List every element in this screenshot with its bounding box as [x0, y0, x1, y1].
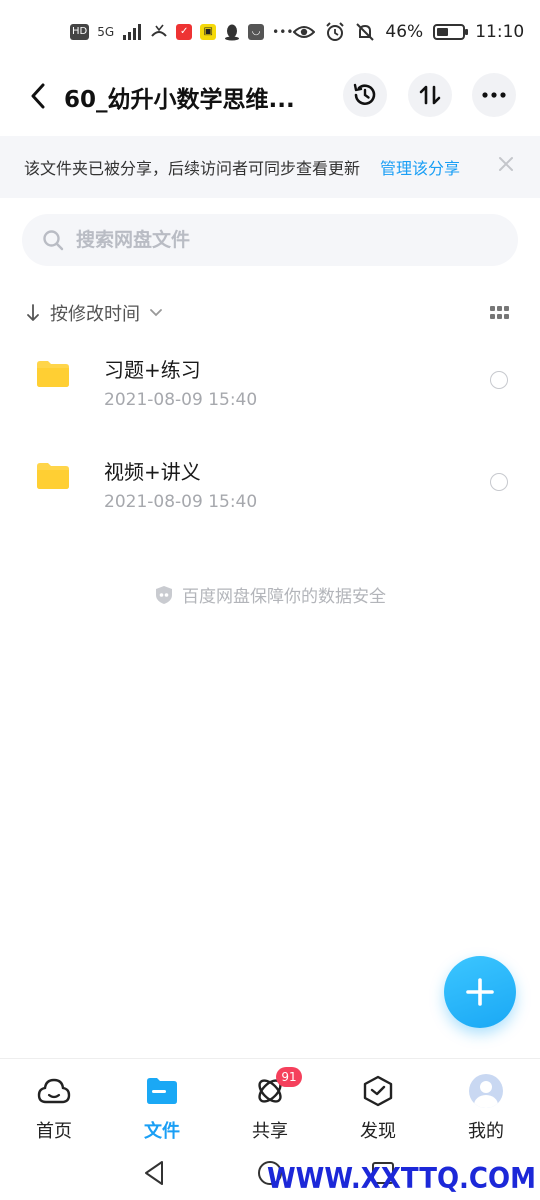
- system-back-icon[interactable]: [140, 1158, 170, 1188]
- more-options-button[interactable]: [472, 73, 516, 117]
- search-icon: [43, 230, 64, 251]
- safety-note: 百度网盘保障你的数据安全: [0, 582, 540, 607]
- bottom-nav: 首页 文件 91 共享 发现 我的: [0, 1058, 540, 1150]
- app-notification-icon-2: ▣: [200, 24, 217, 40]
- status-right-icons: 46% 11:10: [293, 22, 524, 42]
- tab-label: 首页: [36, 1121, 72, 1142]
- folder-icon: [37, 463, 69, 489]
- tab-me[interactable]: 我的: [432, 1059, 540, 1151]
- qq-icon: [225, 24, 240, 41]
- file-name: 习题+练习: [104, 358, 201, 382]
- app-notification-icon: ✓: [176, 24, 193, 40]
- cube-icon: [363, 1075, 393, 1107]
- page-title: 60_幼升小数学思维...: [64, 87, 295, 113]
- plus-icon: [466, 978, 494, 1006]
- file-date: 2021-08-09 15:40: [104, 390, 258, 410]
- battery-percent: 46%: [385, 22, 424, 42]
- share-banner-text: 该文件夹已被分享，后续访问者可同步查看更新: [24, 159, 361, 178]
- back-button[interactable]: [20, 76, 56, 116]
- app-header: 60_幼升小数学思维...: [0, 70, 540, 122]
- history-button[interactable]: [343, 73, 387, 117]
- cloud-icon: [37, 1078, 71, 1104]
- missed-call-icon: [151, 24, 167, 37]
- add-button[interactable]: [444, 956, 516, 1028]
- grid-view-icon[interactable]: [490, 306, 510, 320]
- file-name: 视频+讲义: [104, 460, 201, 484]
- clock: 11:10: [475, 22, 525, 42]
- shield-icon: [156, 585, 172, 604]
- signal-bars-icon: [123, 24, 142, 40]
- list-item[interactable]: 习题+练习 2021-08-09 15:40: [0, 338, 540, 428]
- folder-icon: [37, 361, 69, 387]
- hd-badge: HD: [70, 24, 90, 40]
- sort-arrow-down-icon: [27, 304, 39, 321]
- history-icon: [353, 83, 376, 105]
- tab-discover[interactable]: 发现: [324, 1059, 432, 1151]
- network-type: 5G: [97, 25, 115, 39]
- notification-badge: 91: [276, 1067, 302, 1087]
- sort-transfer-icon: [419, 85, 441, 105]
- close-icon[interactable]: [498, 156, 514, 172]
- eye-icon: [293, 26, 316, 38]
- folder-icon: [147, 1078, 177, 1104]
- alarm-icon: [326, 22, 345, 41]
- watermark: WWW.XXTTQ.COM: [267, 1162, 536, 1196]
- battery-level: [437, 28, 449, 36]
- status-bar: HD 5G ✓ ▣ ◡ ••• 46% 11:10: [0, 0, 540, 64]
- status-left-icons: HD 5G ✓ ▣ ◡ •••: [70, 23, 293, 41]
- select-radio[interactable]: [490, 473, 508, 491]
- app-notification-icon-3: ◡: [248, 24, 265, 40]
- sort-bar: 按修改时间: [26, 296, 514, 330]
- back-arrow-icon: [31, 83, 45, 109]
- tab-home[interactable]: 首页: [0, 1059, 108, 1151]
- search-input[interactable]: [76, 229, 456, 251]
- tab-files[interactable]: 文件: [108, 1059, 216, 1151]
- chevron-down-icon[interactable]: [150, 309, 162, 317]
- transfer-list-button[interactable]: [408, 73, 452, 117]
- share-banner: 该文件夹已被分享，后续访问者可同步查看更新 管理该分享: [0, 136, 540, 198]
- safety-note-text: 百度网盘保障你的数据安全: [182, 587, 386, 607]
- tab-label: 我的: [468, 1121, 504, 1142]
- more-icon: [482, 92, 506, 98]
- tab-share[interactable]: 91 共享: [216, 1059, 324, 1151]
- more-notifications-icon: •••: [272, 25, 294, 39]
- tab-label: 发现: [360, 1121, 396, 1142]
- file-date: 2021-08-09 15:40: [104, 492, 258, 512]
- tab-label: 文件: [144, 1121, 180, 1142]
- search-bar[interactable]: [22, 214, 518, 266]
- sort-label[interactable]: 按修改时间: [50, 300, 140, 326]
- select-radio[interactable]: [490, 371, 508, 389]
- battery-icon: [433, 24, 469, 40]
- avatar-icon: [469, 1074, 503, 1108]
- mute-bell-icon: [356, 23, 375, 41]
- tab-label: 共享: [252, 1121, 288, 1142]
- manage-share-link[interactable]: 管理该分享: [380, 155, 460, 179]
- list-item[interactable]: 视频+讲义 2021-08-09 15:40: [0, 440, 540, 530]
